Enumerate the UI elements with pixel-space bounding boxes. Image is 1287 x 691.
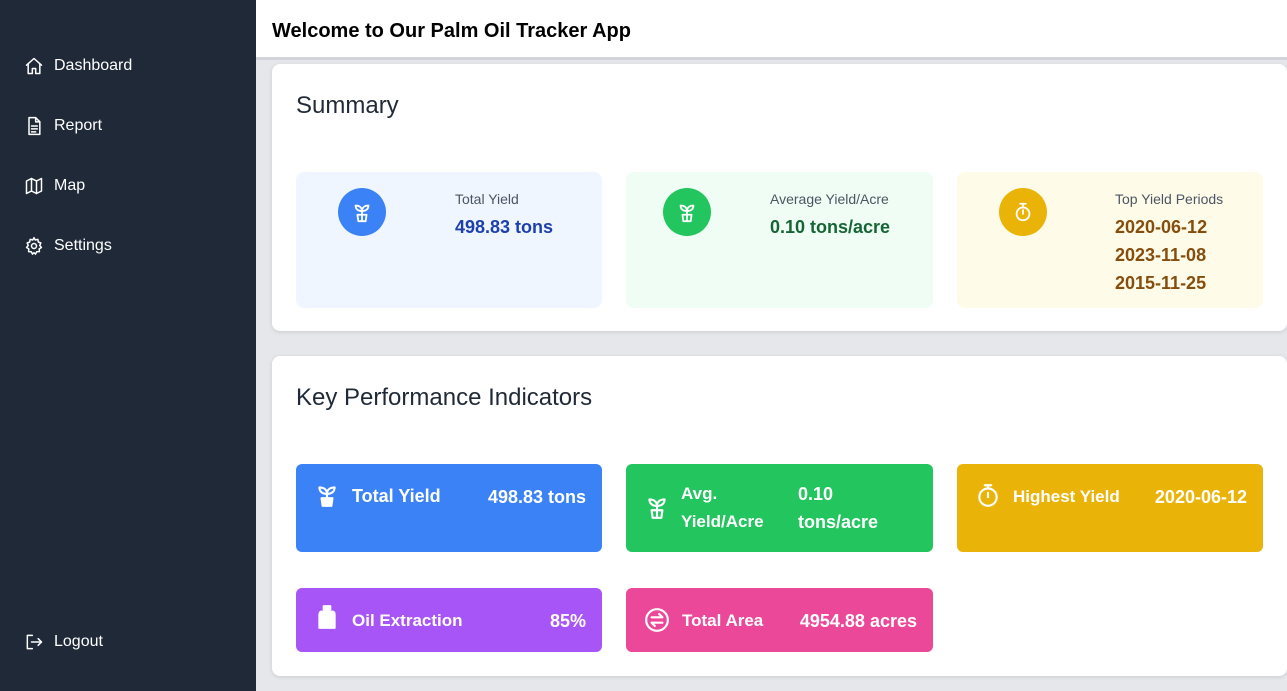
sidebar-item-map[interactable]: Map: [24, 176, 85, 196]
kpi-total-area-label: Total Area: [682, 611, 764, 630]
kpi-total-area-value: 4954.88 acres: [799, 611, 917, 631]
kpi-total-yield-label: Total Yield: [352, 486, 441, 506]
timer-icon: [999, 188, 1047, 236]
kpi-highest-yield-value: 2020-06-12: [1154, 487, 1247, 507]
logout-icon: [26, 634, 43, 650]
sidebar-item-label: Report: [54, 117, 103, 134]
kpi-total-area: Total Area 4954.88 acres: [626, 588, 933, 652]
swap-circle-icon: [645, 608, 669, 632]
document-icon: [28, 116, 41, 136]
logout-button[interactable]: Logout: [24, 632, 103, 652]
summary-title: Summary: [296, 92, 399, 119]
timer-icon: [978, 484, 998, 507]
kpi-avg-yield-label-1: Avg.: [681, 484, 718, 503]
home-icon: [25, 57, 43, 75]
sprout-icon: [663, 188, 711, 236]
top-periods-label: Top Yield Periods: [1115, 191, 1224, 207]
top-period-3: 2015-11-25: [1115, 273, 1207, 293]
sidebar-item-label: Settings: [54, 237, 112, 254]
kpi-oil-extraction-label: Oil Extraction: [352, 611, 463, 630]
summary-card: Summary Total Yield 498.83 tons Average …: [272, 64, 1287, 331]
total-yield-value: 498.83 tons: [455, 217, 554, 237]
kpi-title: Key Performance Indicators: [296, 384, 593, 411]
gear-icon: [25, 236, 43, 255]
sprout-icon: [318, 486, 336, 507]
avg-yield-label: Average Yield/Acre: [770, 191, 889, 207]
summary-total-yield: Total Yield 498.83 tons: [296, 172, 602, 308]
kpi-avg-yield-value-1: 0.10: [798, 484, 834, 504]
summary-avg-yield: Average Yield/Acre 0.10 tons/acre: [626, 172, 933, 308]
top-period-1: 2020-06-12: [1115, 217, 1208, 237]
sidebar-item-report[interactable]: Report: [24, 116, 102, 136]
kpi-card: Key Performance Indicators Total Yield 4…: [272, 356, 1287, 676]
kpi-oil-extraction: Oil Extraction 85%: [296, 588, 602, 652]
kpi-avg-yield-label-2: Yield/Acre: [681, 512, 764, 531]
kpi-highest-yield: Highest Yield 2020-06-12: [957, 464, 1263, 552]
logout-label: Logout: [54, 633, 103, 650]
kpi-highest-yield-label: Highest Yield: [1013, 487, 1120, 506]
kpi-total-yield: Total Yield 498.83 tons: [296, 464, 602, 552]
sidebar: Dashboard Report Map Settings Logout: [0, 0, 256, 691]
top-period-2: 2023-11-08: [1115, 245, 1207, 265]
total-yield-label: Total Yield: [455, 191, 519, 207]
sidebar-item-dashboard[interactable]: Dashboard: [24, 56, 132, 76]
header: Welcome to Our Palm Oil Tracker App: [256, 0, 1287, 60]
kpi-total-yield-value: 498.83 tons: [487, 487, 586, 507]
avg-yield-value: 0.10 tons/acre: [770, 217, 891, 237]
sidebar-item-label: Dashboard: [54, 57, 133, 74]
kpi-oil-extraction-value: 85%: [549, 611, 586, 631]
kpi-avg-yield-value-2: tons/acre: [798, 512, 879, 532]
kpi-avg-yield: Avg. Yield/Acre 0.10 tons/acre: [626, 464, 933, 552]
sidebar-item-settings[interactable]: Settings: [24, 236, 112, 256]
summary-top-periods: Top Yield Periods 2020-06-12 2023-11-08 …: [957, 172, 1263, 308]
oil-jug-icon: [318, 605, 336, 629]
page-title: Welcome to Our Palm Oil Tracker App: [272, 20, 631, 42]
sidebar-item-label: Map: [54, 177, 86, 194]
sprout-icon: [648, 498, 666, 519]
map-icon: [25, 177, 43, 195]
sprout-icon: [338, 188, 386, 236]
